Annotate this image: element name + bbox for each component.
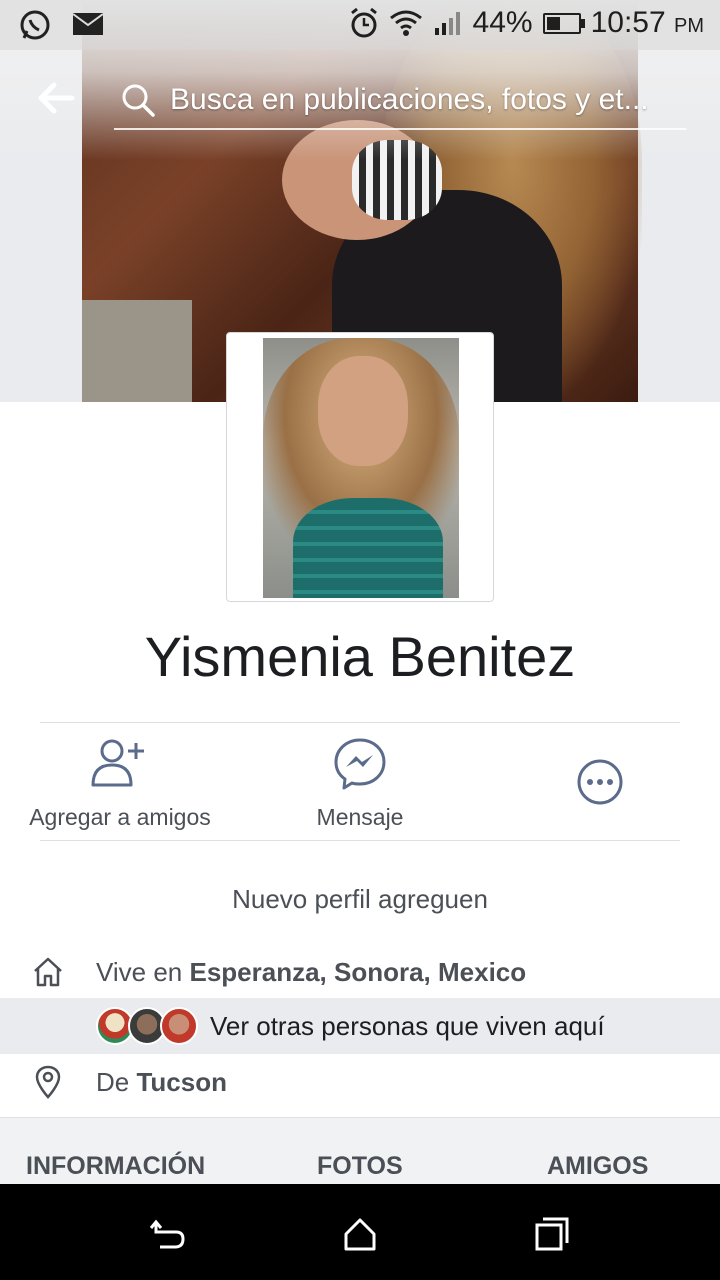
mail-icon: [72, 13, 104, 35]
whatsapp-icon: [20, 10, 50, 40]
divider-bottom: [40, 840, 680, 841]
avatar-face: [318, 356, 408, 466]
message-button[interactable]: Mensaje: [270, 736, 450, 831]
from-place[interactable]: Tucson: [136, 1067, 227, 1097]
home-icon: [34, 957, 62, 987]
alarm-icon: [350, 7, 377, 38]
from-text: De Tucson: [96, 1067, 227, 1098]
battery-percent: 44%: [472, 6, 533, 39]
cover-floor: [82, 300, 192, 402]
battery-icon: [542, 12, 585, 34]
add-friend-icon: [91, 739, 144, 787]
clock-time: 10:57: [590, 6, 666, 39]
profile-picture-frame[interactable]: [226, 332, 494, 602]
tab-fotos[interactable]: FOTOS: [317, 1152, 403, 1181]
add-friend-button[interactable]: Agregar a amigos: [20, 736, 220, 831]
avatar-shirt: [293, 498, 443, 598]
more-icon: [577, 759, 623, 805]
search-icon: [122, 84, 155, 117]
face-avatar: [160, 1007, 198, 1045]
search-placeholder: Busca en publicaciones, fotos y et...: [170, 83, 649, 116]
status-bar: 44% 10:57 PM: [0, 0, 720, 50]
friend-faces: [96, 1007, 198, 1045]
recents-nav-icon[interactable]: [532, 1214, 572, 1254]
location-pin-icon: [35, 1065, 61, 1099]
lives-in-row[interactable]: Vive en Esperanza, Sonora, Mexico: [0, 944, 720, 1000]
clock-ampm: PM: [674, 15, 704, 37]
from-prefix: De: [96, 1066, 137, 1097]
more-button[interactable]: [560, 736, 640, 828]
profile-picture[interactable]: [263, 338, 459, 598]
android-nav-bar: [0, 1184, 720, 1280]
signal-icon: [434, 12, 460, 35]
home-nav-icon[interactable]: [340, 1214, 380, 1254]
from-row[interactable]: De Tucson: [0, 1054, 720, 1110]
tab-informacion[interactable]: INFORMACIÓN: [26, 1152, 205, 1181]
others-text: Ver otras personas que viven aquí: [210, 1010, 605, 1041]
lives-in-prefix: Vive en: [96, 956, 190, 987]
lives-in-place[interactable]: Esperanza, Sonora, Mexico: [189, 957, 526, 987]
others-living-here-row[interactable]: Ver otras personas que viven aquí: [0, 998, 720, 1054]
lives-in-text: Vive en Esperanza, Sonora, Mexico: [96, 957, 526, 988]
back-arrow-icon[interactable]: [34, 76, 78, 120]
search-input[interactable]: Busca en publicaciones, fotos y et...: [114, 72, 686, 130]
wifi-icon: [389, 10, 422, 36]
divider-top: [40, 722, 680, 723]
profile-name: Yismenia Benitez: [144, 625, 576, 688]
profile-tabs: INFORMACIÓN FOTOS AMIGOS: [0, 1117, 720, 1185]
profile-bio: Nuevo perfil agreguen: [232, 884, 488, 914]
messenger-icon: [334, 738, 386, 790]
message-label: Mensaje: [316, 804, 404, 830]
tab-amigos[interactable]: AMIGOS: [547, 1152, 648, 1181]
clock: 10:57 PM: [591, 6, 704, 40]
back-nav-icon[interactable]: [148, 1214, 188, 1254]
search-bar: Busca en publicaciones, fotos y et...: [0, 60, 720, 140]
add-friend-label: Agregar a amigos: [29, 804, 211, 830]
